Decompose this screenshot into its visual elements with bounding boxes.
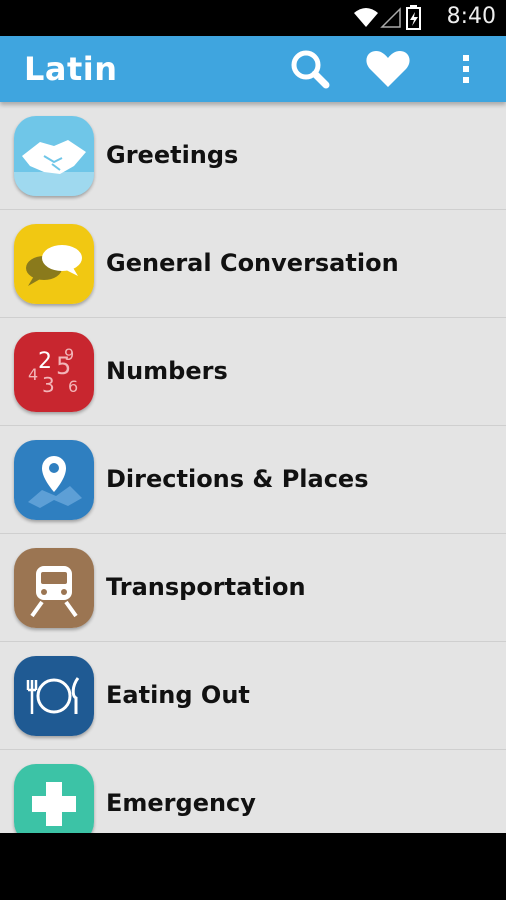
item-label: Greetings bbox=[106, 141, 239, 169]
status-time: 8:40 bbox=[446, 4, 496, 29]
item-label: Numbers bbox=[106, 357, 228, 385]
plate-cutlery-icon bbox=[14, 656, 94, 736]
status-icons bbox=[354, 5, 421, 30]
speech-bubbles-icon bbox=[14, 224, 94, 304]
item-label: Emergency bbox=[106, 789, 256, 817]
svg-text:9: 9 bbox=[64, 345, 74, 364]
svg-text:2: 2 bbox=[38, 349, 52, 374]
list-item-eating-out[interactable]: Eating Out bbox=[0, 642, 506, 750]
overflow-menu-icon bbox=[463, 55, 469, 83]
train-icon bbox=[14, 548, 94, 628]
item-label: Transportation bbox=[106, 573, 306, 601]
svg-text:4: 4 bbox=[28, 365, 38, 384]
medical-cross-icon bbox=[14, 764, 94, 833]
app-title: Latin bbox=[24, 50, 118, 88]
list-item-general-conversation[interactable]: General Conversation bbox=[0, 210, 506, 318]
item-label: Directions & Places bbox=[106, 465, 369, 493]
list-item-emergency[interactable]: Emergency bbox=[0, 750, 506, 833]
wifi-icon bbox=[354, 8, 378, 27]
item-label: Eating Out bbox=[106, 681, 250, 709]
numbers-icon: 2 5 9 4 3 6 bbox=[14, 332, 94, 412]
map-pin-icon bbox=[14, 440, 94, 520]
search-button[interactable] bbox=[284, 36, 336, 102]
list-item-directions-places[interactable]: Directions & Places bbox=[0, 426, 506, 534]
app-bar: Latin bbox=[0, 36, 506, 102]
battery-icon bbox=[406, 5, 421, 30]
item-label: General Conversation bbox=[106, 249, 399, 277]
signal-icon bbox=[380, 7, 401, 28]
handshake-icon bbox=[14, 116, 94, 196]
search-icon bbox=[291, 50, 330, 89]
svg-text:3: 3 bbox=[42, 373, 55, 397]
list-item-transportation[interactable]: Transportation bbox=[0, 534, 506, 642]
list-item-numbers[interactable]: 2 5 9 4 3 6 Numbers bbox=[0, 318, 506, 426]
favorites-button[interactable] bbox=[360, 36, 416, 102]
svg-text:6: 6 bbox=[68, 377, 78, 396]
heart-icon bbox=[366, 51, 410, 87]
category-list: Greetings General Conversation 2 5 9 4 3… bbox=[0, 102, 506, 833]
overflow-menu-button[interactable] bbox=[448, 36, 484, 102]
status-bar: 8:40 bbox=[0, 0, 506, 36]
list-item-greetings[interactable]: Greetings bbox=[0, 102, 506, 210]
navigation-bar bbox=[0, 833, 506, 900]
